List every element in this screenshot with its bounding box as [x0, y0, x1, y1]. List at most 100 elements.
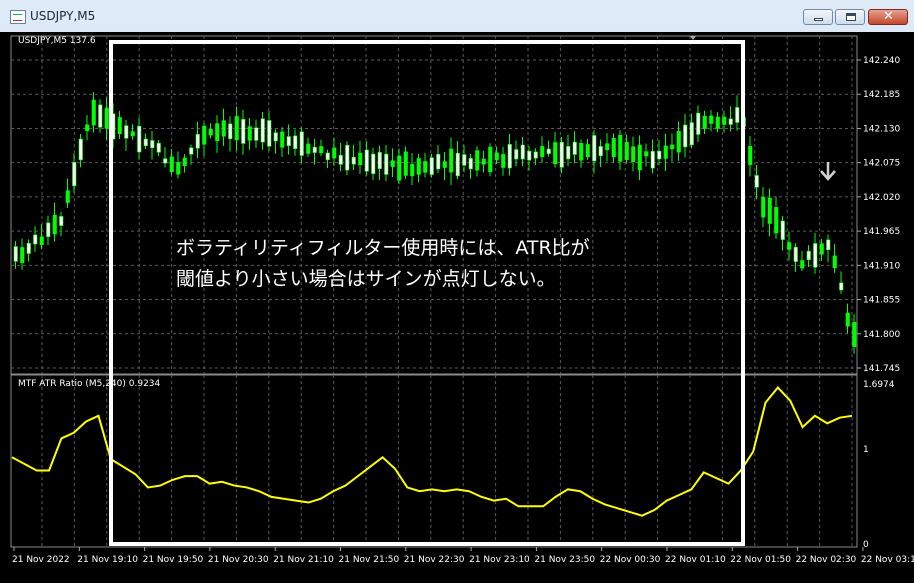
candle-body	[481, 158, 486, 165]
candle-body	[59, 216, 64, 226]
candle-body	[598, 146, 603, 157]
candle-body	[85, 124, 90, 132]
candle-body	[338, 155, 343, 165]
candle-body	[546, 148, 551, 154]
candle-body	[663, 145, 668, 159]
candle-body	[130, 131, 135, 137]
candle-body	[98, 104, 103, 128]
candle-body	[423, 161, 428, 173]
candle-body	[520, 144, 525, 160]
candle-body	[176, 162, 181, 175]
indicator-scale-label: 1	[863, 445, 869, 455]
candle-body	[826, 239, 831, 251]
candle-body	[195, 134, 200, 149]
candle-body	[585, 144, 590, 158]
candle-body	[735, 107, 740, 123]
maximize-icon	[846, 13, 856, 21]
candle-body	[169, 156, 174, 172]
candle-body	[13, 246, 18, 262]
candle-body	[124, 125, 129, 139]
time-label: 21 Nov 20:30	[208, 555, 269, 565]
terminal-window: USDJPY,M5 ✕ 142.240 142.185 142.130 142.075…	[0, 0, 914, 583]
candle-body	[189, 147, 194, 155]
annotation-line-2: 閾値より小さい場合はサインが点灯しない。	[176, 268, 556, 290]
candle-body	[462, 154, 467, 166]
candle-body	[319, 146, 324, 154]
candle-body	[442, 161, 447, 168]
time-label: 22 Nov 01:10	[665, 555, 726, 565]
time-label: 22 Nov 01:50	[730, 555, 791, 565]
candle-body	[377, 152, 382, 169]
candle-body	[553, 142, 558, 165]
candle-body	[637, 144, 642, 171]
title-bar[interactable]: USDJPY,M5 ✕	[0, 0, 914, 32]
candle-body	[65, 190, 70, 203]
candle-body	[761, 197, 766, 218]
candle-body	[221, 120, 226, 137]
candle-body	[20, 247, 25, 263]
price-label: 141.855	[863, 296, 900, 306]
candle-body	[137, 125, 142, 153]
candle-body	[325, 152, 330, 161]
candle-body	[312, 146, 317, 153]
candle-body	[787, 242, 792, 250]
candle-body	[709, 115, 714, 124]
candle-body	[683, 124, 688, 148]
candle-body	[345, 144, 350, 171]
chart-canvas[interactable]: 142.240 142.185 142.130 142.075 142.020 141.9…	[0, 32, 914, 583]
price-label: 141.800	[863, 330, 900, 340]
close-button[interactable]: ✕	[868, 9, 908, 25]
candle-body	[813, 243, 818, 268]
window-title: USDJPY,M5	[30, 9, 96, 23]
candle-body	[559, 141, 564, 168]
candle-body	[806, 250, 811, 260]
price-label: 142.240	[863, 56, 900, 66]
candle-body	[390, 160, 395, 167]
indicator-scale-label: 0	[863, 540, 869, 550]
candle-body	[150, 140, 155, 149]
time-label: 21 Nov 19:10	[77, 555, 138, 565]
indicator-label: MTF ATR Ratio (M5,240) 0.9234	[18, 379, 161, 389]
candle-body	[91, 99, 96, 126]
candle-body	[488, 146, 493, 173]
candle-body	[696, 112, 701, 135]
time-label: 22 Nov 00:30	[600, 555, 661, 565]
candle-body	[631, 146, 636, 162]
candle-body	[540, 146, 545, 158]
candle-body	[371, 153, 376, 174]
candle-body	[247, 126, 252, 141]
candle-body	[280, 131, 285, 148]
price-label: 141.910	[863, 261, 900, 271]
candle-body	[215, 123, 220, 142]
annotation-line-1: ボラティリティフィルター使用時には、ATR比が	[176, 237, 590, 259]
candle-body	[260, 118, 265, 143]
candle-body	[507, 144, 512, 169]
time-label: 21 Nov 21:50	[339, 555, 400, 565]
price-label: 142.020	[863, 193, 900, 203]
candle-body	[527, 150, 532, 161]
candle-body	[117, 117, 122, 134]
candle-body	[202, 125, 207, 145]
candle-body	[52, 214, 57, 235]
candle-body	[592, 135, 597, 162]
time-label: 22 Nov 02:30	[796, 555, 857, 565]
candle-body	[410, 163, 415, 177]
candle-body	[208, 129, 213, 136]
time-label: 21 Nov 2022	[12, 555, 70, 565]
price-label: 142.130	[863, 124, 900, 134]
minimize-icon	[814, 18, 823, 21]
chart-window-icon	[10, 10, 26, 24]
minimize-button[interactable]	[803, 9, 833, 25]
candle-body	[332, 147, 337, 159]
candle-body	[46, 222, 51, 237]
candle-body	[793, 246, 798, 262]
candle-body	[33, 234, 38, 245]
candle-body	[403, 151, 408, 176]
candle-body	[800, 260, 805, 269]
candle-body	[351, 156, 356, 165]
maximize-button[interactable]	[835, 9, 865, 25]
candle-body	[494, 152, 499, 161]
candle-body	[397, 155, 402, 181]
candle-body	[384, 153, 389, 175]
candle-body	[533, 151, 538, 159]
